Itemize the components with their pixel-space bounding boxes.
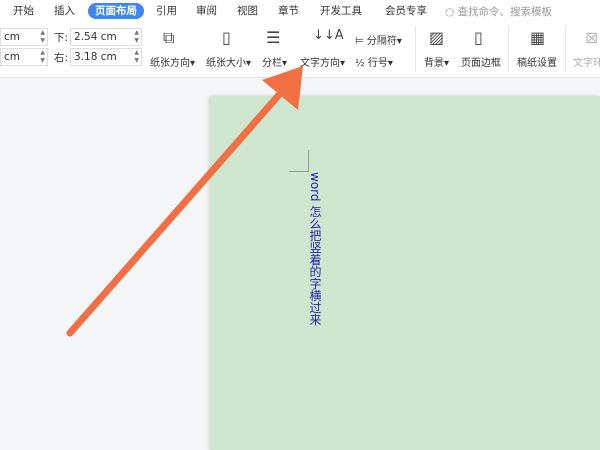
annotation-arrow [66,66,303,337]
